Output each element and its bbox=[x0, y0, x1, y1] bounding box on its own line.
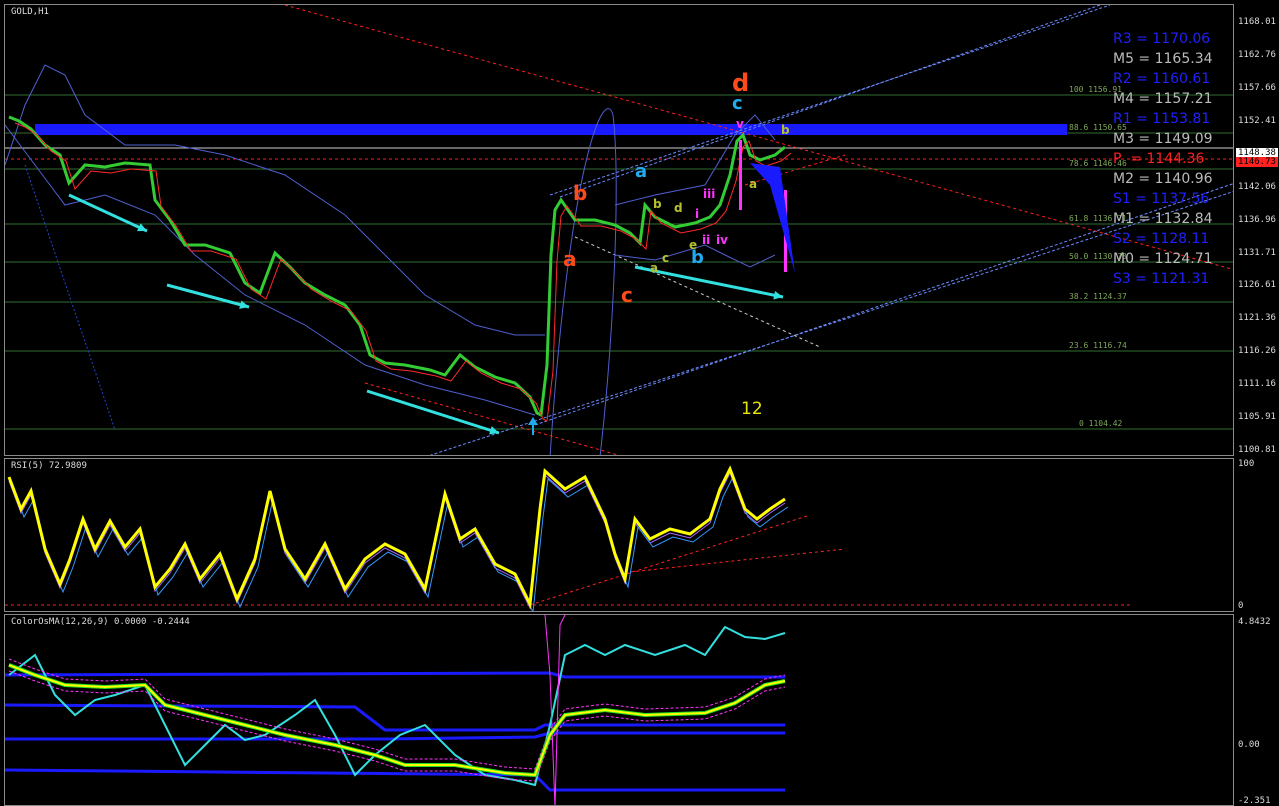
osma-blue-lower bbox=[5, 768, 785, 792]
pivot-s1: S1 = 1137.56 bbox=[1113, 191, 1210, 207]
rsi-signal-line bbox=[8, 471, 786, 610]
rsi-canvas[interactable] bbox=[5, 459, 1234, 612]
bollinger-expansion bbox=[549, 108, 617, 455]
price-tick: 1136.96 bbox=[1238, 215, 1276, 225]
pivot-s2: S2 = 1128.11 bbox=[1113, 231, 1210, 247]
wave-label-a-micro-2: a bbox=[749, 177, 758, 191]
pivot-m3: M3 = 1149.09 bbox=[1113, 131, 1213, 147]
price-tick: 1105.91 bbox=[1238, 412, 1276, 422]
price-tick: 1100.81 bbox=[1238, 445, 1276, 455]
wave-label-d-micro: d bbox=[674, 201, 683, 215]
wave-count-label: 12 bbox=[741, 399, 763, 419]
blue-channel-upper bbox=[549, 5, 1111, 196]
wave-label-iii: iii bbox=[703, 187, 716, 201]
pivot-r3: R3 = 1170.06 bbox=[1113, 31, 1211, 47]
pivot-r2: R2 = 1160.61 bbox=[1113, 71, 1211, 87]
rsi-trendline-2 bbox=[629, 548, 846, 573]
price-tick: 1157.66 bbox=[1238, 83, 1276, 93]
osma-canvas[interactable] bbox=[5, 615, 1234, 806]
pivot-m5: M5 = 1165.34 bbox=[1113, 51, 1213, 67]
wave-label-i: i bbox=[695, 207, 700, 221]
price-tick: 1121.36 bbox=[1238, 313, 1276, 323]
wave-label-b-micro-2: b bbox=[781, 123, 790, 137]
pivot-s3: S3 = 1121.31 bbox=[1113, 271, 1210, 287]
magenta-bar-1 bbox=[739, 140, 742, 210]
osma-blue-upper bbox=[5, 703, 785, 732]
wave-label-a-major: a bbox=[563, 247, 577, 271]
wave-label-c-micro: c bbox=[662, 251, 670, 265]
pivot-p: P = 1144.36 bbox=[1113, 151, 1205, 167]
rsi-scale-bottom: 0 bbox=[1238, 601, 1244, 611]
cyan-arrow-3 bbox=[366, 389, 500, 435]
wave-label-ii: ii bbox=[702, 233, 711, 247]
osma-scale-top: 4.8432 bbox=[1238, 617, 1271, 627]
price-tick: 1162.76 bbox=[1238, 50, 1276, 60]
resistance-zone bbox=[35, 124, 1067, 135]
price-tick: 1116.26 bbox=[1238, 346, 1276, 356]
rsi-indicator-pane[interactable]: RSI(5) 72.9809 bbox=[4, 458, 1234, 612]
price-tick: 1168.01 bbox=[1238, 17, 1276, 27]
osma-blue-top bbox=[5, 671, 785, 679]
red-lower-line bbox=[364, 382, 620, 455]
rsi-axis: 100 0 bbox=[1234, 458, 1279, 612]
osma-axis: 4.8432 0.00 -2.351 bbox=[1234, 614, 1279, 806]
osma-indicator-pane[interactable]: ColorOsMA(12,26,9) 0.0000 -0.2444 bbox=[4, 614, 1234, 806]
fib-label-0: 0 1104.42 bbox=[1079, 419, 1123, 428]
osma-magenta-spike bbox=[544, 615, 566, 805]
price-tick: 1126.61 bbox=[1238, 280, 1276, 290]
osma-green-line bbox=[8, 663, 786, 778]
osma-yellow-line bbox=[8, 664, 786, 777]
pivot-m2: M2 = 1140.96 bbox=[1113, 171, 1213, 187]
pivot-m4: M4 = 1157.21 bbox=[1113, 91, 1213, 107]
fib-label-236: 23.6 1116.74 bbox=[1069, 341, 1127, 350]
wave-label-v: v bbox=[736, 117, 744, 131]
cyan-arrow-3-head bbox=[489, 426, 499, 435]
ask-price-label: 1146.73 bbox=[1236, 157, 1278, 167]
wave-label-c-minor: c bbox=[732, 93, 743, 114]
price-tick: 1142.06 bbox=[1238, 182, 1276, 192]
blue-dotted-line bbox=[24, 164, 116, 431]
red-downtrend-line bbox=[284, 5, 1233, 270]
osma-scale-bottom: -2.351 bbox=[1238, 796, 1271, 806]
price-tick: 1152.41 bbox=[1238, 116, 1276, 126]
wave-label-c-major: c bbox=[621, 283, 633, 307]
pivot-m0: M0 = 1124.71 bbox=[1113, 251, 1213, 267]
pivot-m1: M1 = 1132.84 bbox=[1113, 211, 1213, 227]
pivot-r1: R1 = 1153.81 bbox=[1113, 111, 1211, 127]
low-marker-arrow-head bbox=[528, 417, 538, 425]
price-tick: 1111.16 bbox=[1238, 379, 1276, 389]
price-axis[interactable]: 1168.01 1162.76 1157.66 1152.41 1148.38 … bbox=[1234, 4, 1279, 456]
wave-label-iv: iv bbox=[716, 233, 728, 247]
price-candles bbox=[8, 115, 786, 418]
pivot-levels-panel: R3 = 1170.06 M5 = 1165.34 R2 = 1160.61 M… bbox=[1113, 29, 1213, 289]
price-tick: 1131.71 bbox=[1238, 248, 1276, 258]
price-chart-pane[interactable]: GOLD,H1 100 1156.91 88.6 1150.65 78.6 11… bbox=[4, 4, 1234, 456]
rsi-scale-top: 100 bbox=[1238, 459, 1255, 469]
wave-label-b-micro: b bbox=[653, 197, 662, 211]
osma-scale-mid: 0.00 bbox=[1238, 740, 1260, 750]
fib-label-382: 38.2 1124.37 bbox=[1069, 292, 1127, 301]
wave-label-a-minor: a bbox=[635, 161, 648, 182]
rsi-line bbox=[7, 465, 786, 610]
wave-label-a-micro: a bbox=[650, 261, 659, 275]
wave-label-e-micro: e bbox=[689, 238, 698, 252]
cyan-arrow-1 bbox=[68, 193, 148, 233]
price-chart-canvas[interactable] bbox=[5, 5, 1234, 456]
wave-label-b-major: b bbox=[573, 181, 588, 205]
